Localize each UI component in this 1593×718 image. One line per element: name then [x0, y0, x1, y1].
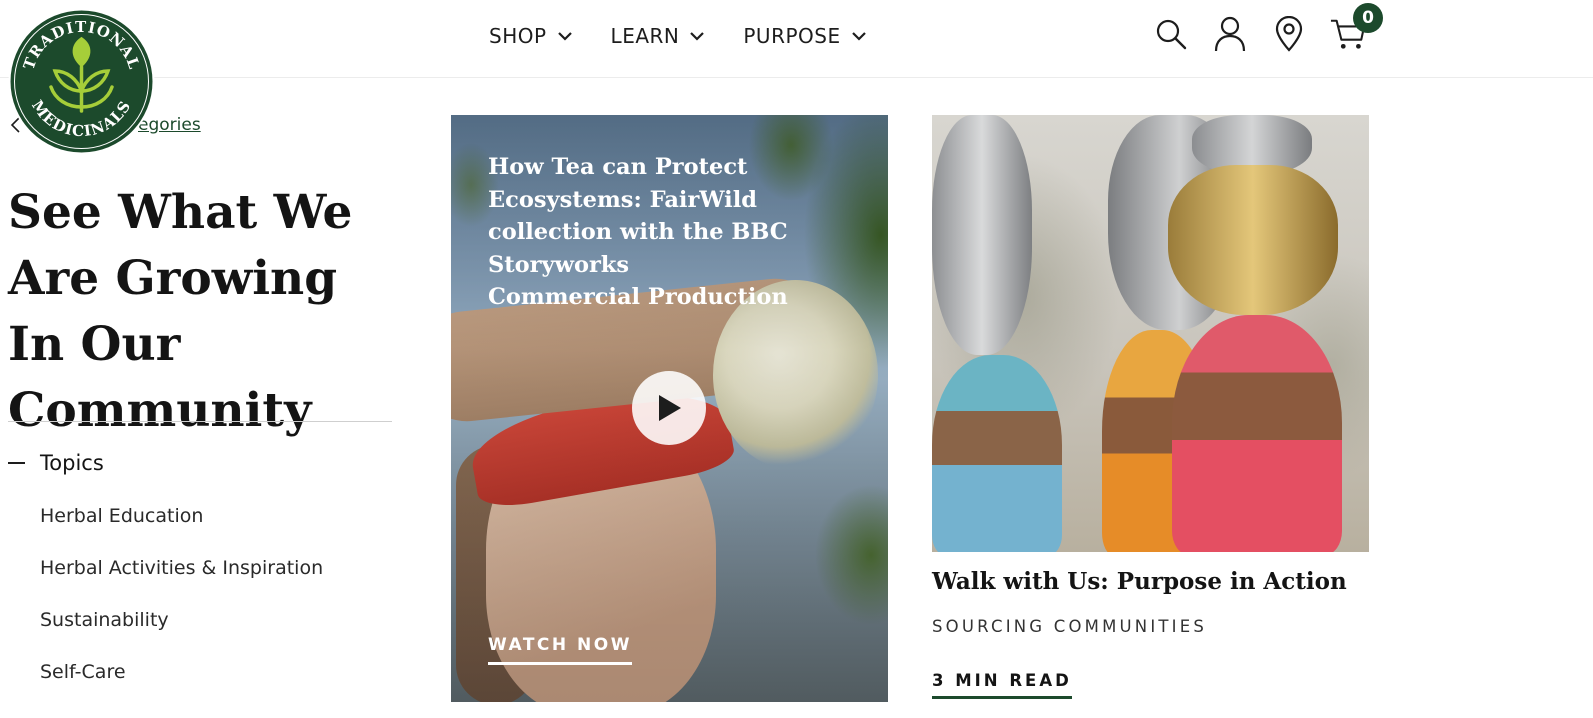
- card-image-person: [932, 355, 1062, 552]
- topic-herbal-activities[interactable]: Herbal Activities & Inspiration: [40, 557, 323, 609]
- cart-count-badge: 0: [1353, 3, 1383, 33]
- minus-icon: [8, 462, 25, 464]
- site-header: SHOP LEARN PURPOSE 0: [0, 0, 1593, 78]
- account-button[interactable]: [1212, 14, 1248, 54]
- topic-self-care[interactable]: Self-Care: [40, 661, 323, 713]
- topics-heading: Topics: [40, 451, 104, 475]
- chevron-down-icon: [851, 32, 866, 41]
- topic-herbal-education[interactable]: Herbal Education: [40, 505, 323, 557]
- watch-now-link[interactable]: WATCH NOW: [488, 635, 632, 665]
- article-card-title[interactable]: Walk with Us: Purpose in Action: [932, 568, 1347, 595]
- nav-purpose-label: PURPOSE: [743, 24, 841, 48]
- chevron-down-icon: [690, 32, 705, 41]
- article-card-category: SOURCING COMMUNITIES: [932, 617, 1208, 636]
- search-icon: [1156, 19, 1187, 50]
- store-locator-button[interactable]: [1271, 14, 1307, 54]
- page-title: See What We Are Growing In Our Community: [8, 185, 353, 438]
- search-button[interactable]: [1153, 14, 1189, 54]
- sidebar-divider: [8, 421, 392, 422]
- play-icon: [659, 395, 681, 421]
- play-button[interactable]: [632, 371, 706, 445]
- nav-purpose[interactable]: PURPOSE: [743, 22, 866, 50]
- video-card-title: How Tea can Protect Ecosystems: FairWild…: [488, 154, 788, 310]
- article-card-image[interactable]: [932, 115, 1369, 552]
- topics-toggle[interactable]: Topics: [8, 451, 104, 475]
- user-icon: [1214, 16, 1246, 52]
- chevron-down-icon: [557, 32, 572, 41]
- card-image-brass-pot: [1168, 165, 1338, 315]
- read-time-link[interactable]: 3 MIN READ: [932, 671, 1072, 699]
- topic-sustainability[interactable]: Sustainability: [40, 609, 323, 661]
- main-nav: SHOP LEARN PURPOSE: [489, 22, 905, 50]
- cart-button[interactable]: 0: [1330, 3, 1383, 54]
- brand-logo[interactable]: TRADITIONAL MEDICINALS: [7, 7, 156, 156]
- nav-shop[interactable]: SHOP: [489, 22, 573, 50]
- video-card[interactable]: How Tea can Protect Ecosystems: FairWild…: [451, 115, 888, 702]
- location-pin-icon: [1275, 16, 1303, 52]
- nav-learn[interactable]: LEARN: [611, 22, 706, 50]
- card-image-pot: [932, 115, 1032, 355]
- header-icons: 0: [1153, 3, 1389, 54]
- logo-seal: TRADITIONAL MEDICINALS: [8, 8, 155, 155]
- nav-learn-label: LEARN: [610, 24, 680, 48]
- topics-list: Herbal Education Herbal Activities & Ins…: [40, 505, 323, 713]
- card-image-person: [1172, 315, 1342, 552]
- nav-shop-label: SHOP: [489, 24, 547, 48]
